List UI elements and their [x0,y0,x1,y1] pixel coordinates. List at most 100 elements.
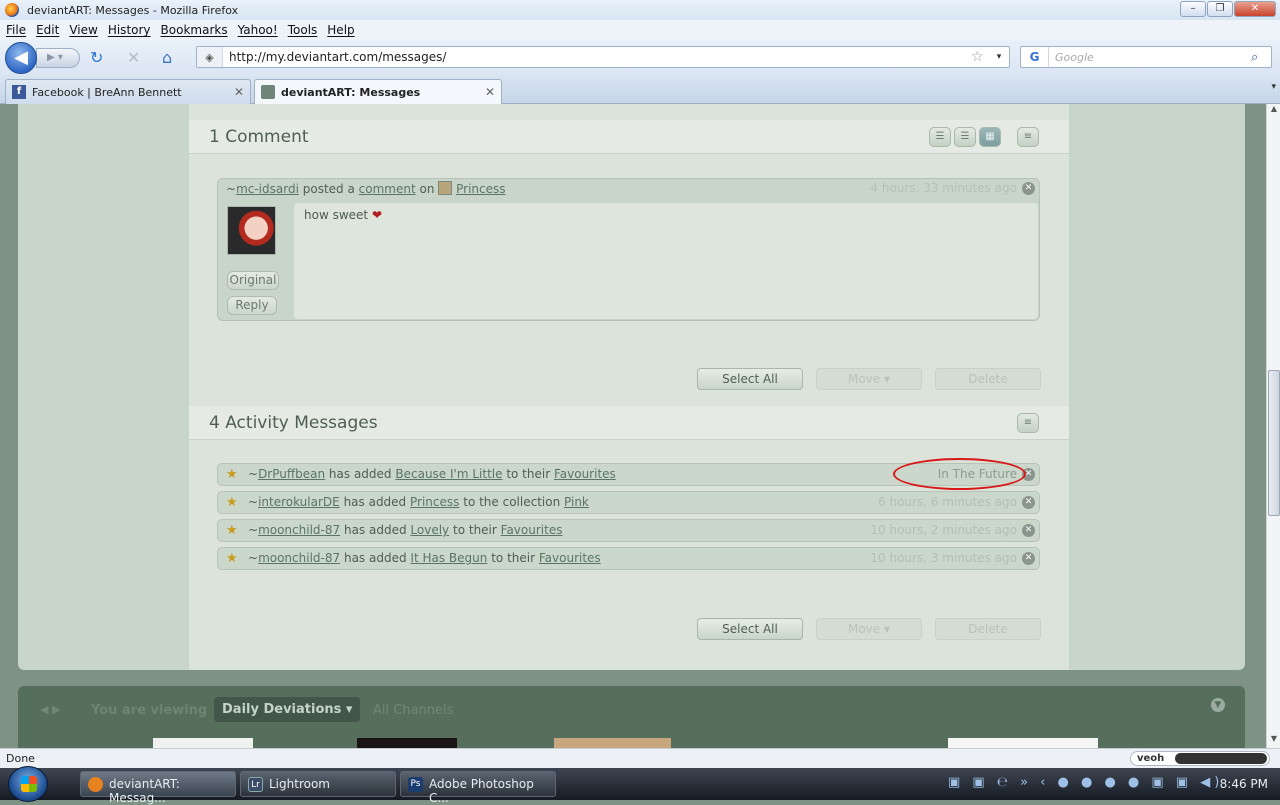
window-title: deviantART: Messages - Mozilla Firefox [27,3,239,17]
all-channels-link[interactable]: All Channels [373,703,453,718]
taskbar-item-firefox[interactable]: deviantART: Messag... [80,771,236,805]
tab-list-icon[interactable]: ▾ [1271,82,1276,92]
menu-yahoo[interactable]: Yahoo! [238,23,278,37]
veoh-addon[interactable]: veoh [1130,751,1270,766]
thumbnail[interactable] [948,738,1098,748]
vertical-scrollbar[interactable]: ▲ ▼ [1266,104,1280,748]
scroll-thumb[interactable] [1268,370,1280,516]
remove-icon[interactable]: ✕ [1022,524,1035,537]
minimize-button[interactable]: – [1180,1,1206,17]
clock[interactable]: 8:46 PM [1220,777,1268,791]
download-icon[interactable]: ▼ [1211,698,1225,712]
taskbar-item-lightroom[interactable]: Lr Lightroom [240,771,396,797]
menu-file[interactable]: File [6,23,26,37]
scroll-down-icon[interactable]: ▼ [1267,734,1280,748]
view-list-icon[interactable]: ☰ [929,127,951,147]
menu-view[interactable]: View [69,23,97,37]
select-all-button[interactable]: Select All [697,618,803,640]
forward-button[interactable]: ▶ ▾ [36,48,80,68]
status-bar: Done veoh [0,748,1280,768]
user-link[interactable]: moonchild-87 [258,523,340,537]
activity-timestamp: 6 hours, 6 minutes ago [878,495,1017,509]
back-button[interactable]: ◀ [5,42,37,74]
remove-icon[interactable]: ✕ [1022,182,1035,195]
photoshop-icon: Ps [408,777,423,792]
move-button[interactable]: Move ▾ [816,618,922,640]
firefox-icon [5,3,19,17]
tab-close-icon[interactable]: ✕ [485,85,495,99]
channel-dropdown[interactable]: Daily Deviations ▾ [214,697,361,722]
deviation-link[interactable]: Princess [456,182,505,196]
stop-icon[interactable]: ✕ [127,50,140,66]
channel-arrows-icon[interactable]: ◀ ▶ [40,703,60,716]
maximize-button[interactable]: ❐ [1207,1,1233,17]
view-full-icon[interactable]: ▦ [979,127,1001,147]
menu-history[interactable]: History [108,23,151,37]
tab-deviantart[interactable]: deviantART: Messages ✕ [254,79,502,104]
tray-icons[interactable]: ▣ ▣ ℮ » ‹ ● ● ● ● ▣ ▣ ◀) [948,775,1223,790]
thumbnail[interactable] [153,738,253,748]
menu-edit[interactable]: Edit [36,23,59,37]
window-controls: – ❐ ✕ [1180,1,1276,17]
destination-link[interactable]: Favourites [539,551,601,565]
comment-link[interactable]: comment [359,182,416,196]
tab-facebook[interactable]: f Facebook | BreAnn Bennett ✕ [5,79,251,104]
user-link[interactable]: interokularDE [258,495,340,509]
url-text[interactable]: http://my.deviantart.com/messages/ [223,50,971,64]
taskbar-item-photoshop[interactable]: Ps Adobe Photoshop C... [400,771,556,805]
menu-tools[interactable]: Tools [288,23,318,37]
deviation-thumb-icon [438,181,453,195]
reply-button[interactable]: Reply [227,296,277,315]
google-icon[interactable]: G [1021,47,1049,67]
comments-header: 1 Comment ☰ ☰ ▦ ≡ [189,120,1069,154]
move-button[interactable]: Move ▾ [816,368,922,390]
deviation-link[interactable]: It Has Begun [410,551,487,565]
sort-icon[interactable]: ≡ [1017,413,1039,433]
destination-link[interactable]: Pink [564,495,589,509]
url-dropdown-icon[interactable]: ▾ [989,52,1009,62]
deviation-link[interactable]: Princess [410,495,459,509]
user-link[interactable]: DrPuffbean [258,467,325,481]
comment-body: how sweet ❤ [294,203,1038,319]
menu-help[interactable]: Help [327,23,354,37]
user-link[interactable]: moonchild-87 [258,551,340,565]
destination-link[interactable]: Favourites [501,523,563,537]
taskbar: deviantART: Messag... Lr Lightroom Ps Ad… [0,766,1280,805]
comment-user-link[interactable]: mc-idsardi [236,182,299,196]
reload-icon[interactable]: ↻ [90,50,103,66]
select-all-button[interactable]: Select All [697,368,803,390]
deviation-link[interactable]: Lovely [410,523,449,537]
home-icon[interactable]: ⌂ [162,50,172,66]
tab-close-icon[interactable]: ✕ [234,85,244,99]
start-button[interactable] [8,766,48,802]
activity-timestamp: 10 hours, 3 minutes ago [870,551,1017,565]
close-button[interactable]: ✕ [1234,1,1276,17]
activity-header: 4 Activity Messages ≡ [189,406,1069,440]
thumbnail[interactable] [554,738,671,748]
thumbnail[interactable] [357,738,457,748]
tab-bar: f Facebook | BreAnn Bennett ✕ deviantART… [0,76,1280,104]
deviation-link[interactable]: Because I'm Little [395,467,502,481]
bookmark-star-icon[interactable]: ☆ [971,49,989,65]
activity-timestamp: 10 hours, 2 minutes ago [870,523,1017,537]
search-box[interactable]: G Google ⌕ [1020,46,1272,68]
remove-icon[interactable]: ✕ [1022,552,1035,565]
remove-icon[interactable]: ✕ [1022,496,1035,509]
search-icon[interactable]: ⌕ [1251,50,1271,65]
original-button[interactable]: Original [227,271,279,290]
delete-button[interactable]: Delete [935,368,1041,390]
highlight-circle [893,458,1026,490]
menu-bar: File Edit View History Bookmarks Yahoo! … [0,20,1280,40]
url-bar[interactable]: ◈ http://my.deviantart.com/messages/ ☆ ▾ [196,46,1010,68]
scroll-up-icon[interactable]: ▲ [1267,104,1280,118]
sort-icon[interactable]: ≡ [1017,127,1039,147]
delete-button[interactable]: Delete [935,618,1041,640]
viewing-label: You are viewing [91,703,208,718]
menu-bookmarks[interactable]: Bookmarks [161,23,228,37]
site-identity-icon[interactable]: ◈ [197,47,223,67]
search-input[interactable]: Google [1049,51,1251,64]
view-compact-icon[interactable]: ☰ [954,127,976,147]
avatar[interactable] [227,206,276,255]
tab-label: Facebook | BreAnn Bennett [32,85,182,99]
destination-link[interactable]: Favourites [554,467,616,481]
